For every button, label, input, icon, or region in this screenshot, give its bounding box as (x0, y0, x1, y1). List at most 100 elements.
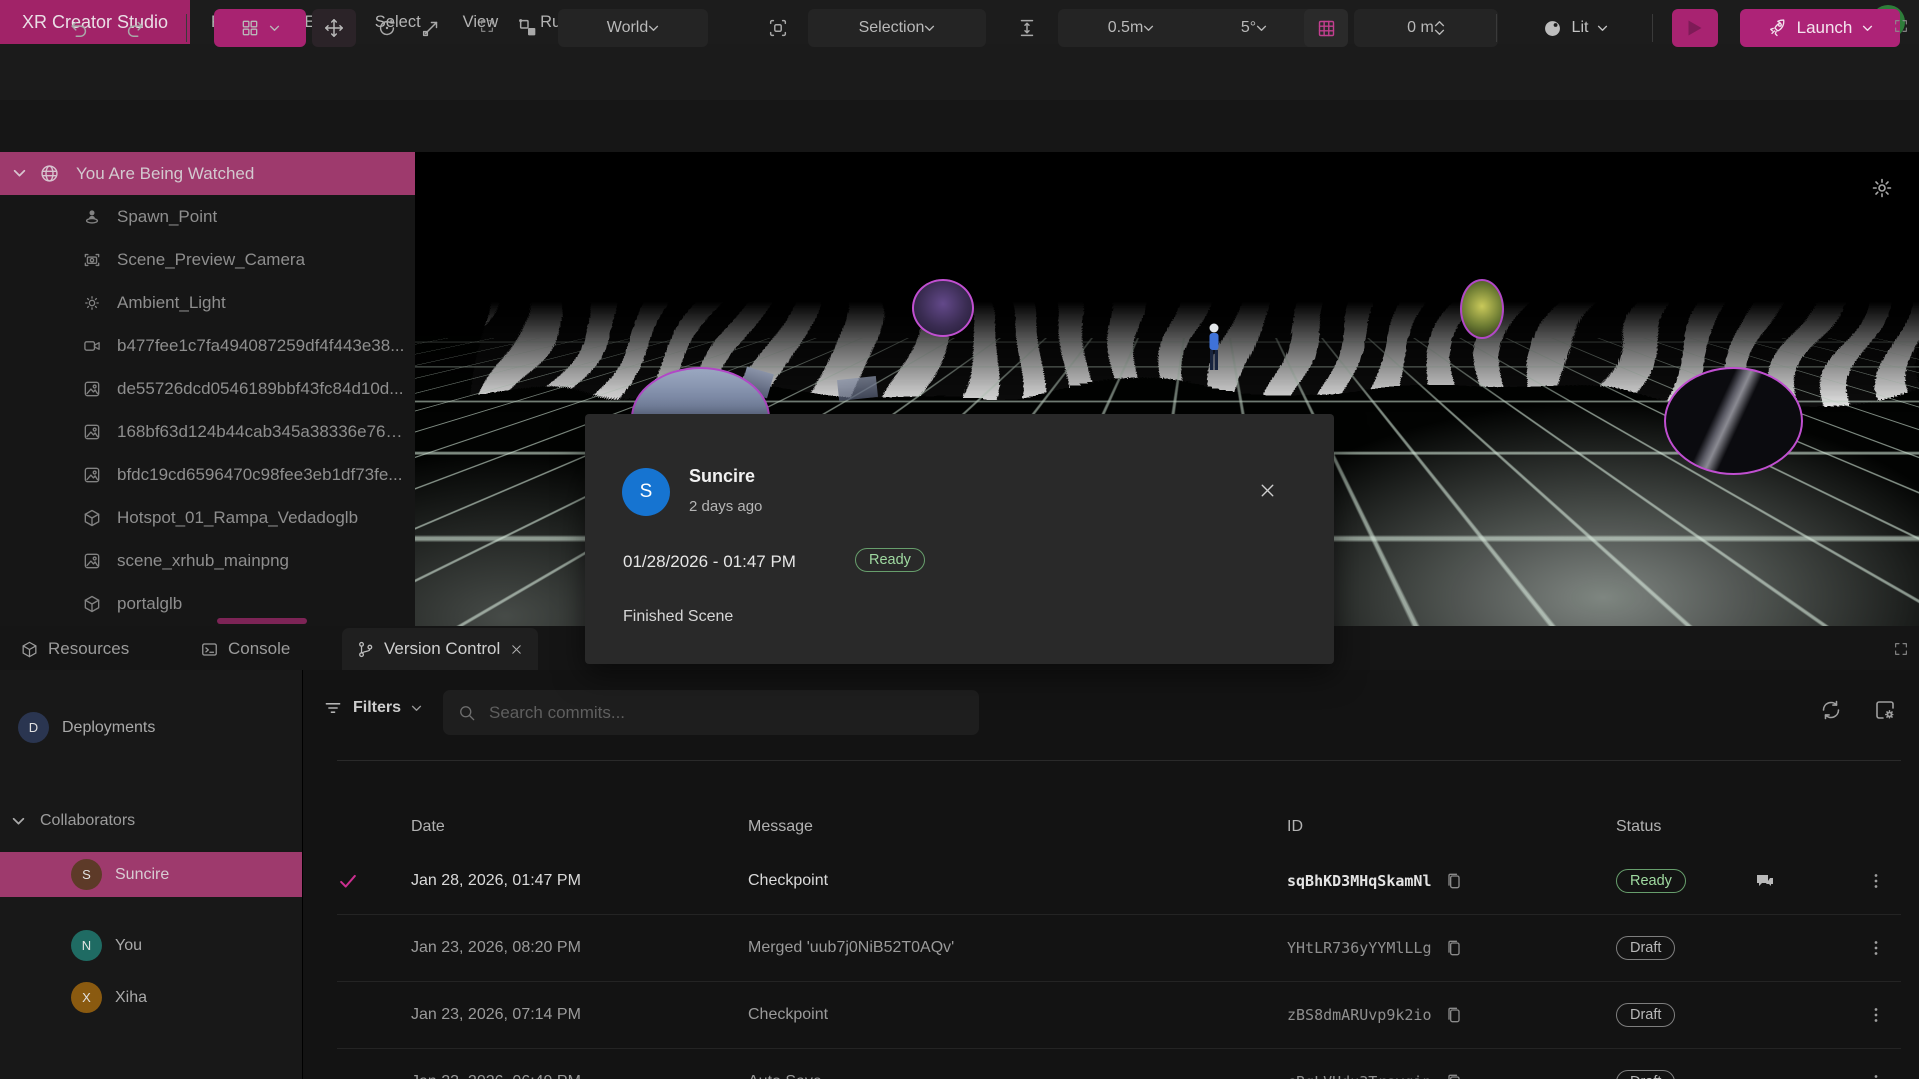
tab-version-control[interactable]: Version Control (342, 628, 538, 670)
kebab-menu-icon[interactable] (1865, 870, 1887, 892)
gear-icon[interactable] (1870, 176, 1894, 200)
hierarchy-item[interactable]: Hotspot_01_Rampa_Vedadoglb (0, 496, 415, 539)
image-icon (82, 422, 102, 442)
expand-icon[interactable] (479, 18, 495, 34)
chevron-down-icon (411, 705, 422, 712)
popup-author: Suncire (689, 466, 755, 487)
lit-mode-dropdown[interactable]: Lit (1520, 9, 1630, 47)
deployments-avatar: D (18, 712, 49, 743)
avatar: S (622, 468, 670, 516)
rotate-snap-dropdown[interactable]: 5° (1192, 9, 1316, 47)
copy-icon[interactable] (1444, 871, 1464, 891)
copy-icon[interactable] (1444, 1072, 1464, 1079)
branch-icon (356, 640, 375, 659)
search-commits-input[interactable] (487, 702, 911, 724)
play-button[interactable] (1672, 9, 1718, 47)
avatar: S (71, 859, 102, 890)
transform-space-icon[interactable] (512, 9, 544, 47)
hierarchy-item[interactable]: Ambient_Light (0, 281, 415, 324)
commit-row[interactable]: Jan 23, 2026, 08:20 PM Merged 'uub7j0NiB… (337, 915, 1901, 982)
step-up-icon[interactable] (1434, 20, 1445, 27)
hierarchy-item[interactable]: scene_xrhub_mainpng (0, 539, 415, 582)
vertical-move-icon[interactable] (1012, 9, 1042, 47)
filters-button[interactable]: Filters (323, 698, 422, 718)
shading-sphere-icon (1542, 18, 1563, 39)
column-message: Message (748, 818, 1287, 836)
grid-snap-toggle[interactable] (1304, 9, 1348, 47)
step-down-icon[interactable] (1434, 29, 1445, 36)
collaborator-suncire[interactable]: S Suncire (71, 859, 169, 890)
cube-icon (20, 640, 39, 659)
image-icon (82, 465, 102, 485)
hierarchy-item[interactable]: de55726dcd0546189bbf43fc84d10d... (0, 367, 415, 410)
popup-timestamp: 01/28/2026 - 01:47 PM (623, 552, 796, 572)
undo-button[interactable] (66, 9, 92, 47)
app-title[interactable]: XR Creator Studio (0, 0, 190, 44)
copy-icon[interactable] (1444, 938, 1464, 958)
collaborators-header[interactable]: Collaborators (12, 812, 135, 830)
rotate-tool-button[interactable] (372, 9, 402, 47)
globe-icon (39, 163, 60, 184)
status-badge: Ready (1616, 869, 1686, 893)
grid-layout-icon (240, 18, 260, 38)
selection-mode-dropdown[interactable]: Selection (808, 9, 986, 47)
close-button[interactable] (1253, 476, 1281, 504)
hierarchy-item[interactable]: portalglb (0, 582, 415, 625)
close-icon (1257, 480, 1278, 501)
copy-icon[interactable] (1444, 1005, 1464, 1025)
avatar: N (71, 930, 102, 961)
chevron-down-icon (1597, 25, 1608, 32)
commit-row[interactable]: Jan 28, 2026, 01:47 PM Checkpoint sqBhKD… (337, 848, 1901, 915)
scale-tool-button[interactable] (416, 9, 446, 47)
redo-button[interactable] (122, 9, 148, 47)
kebab-menu-icon[interactable] (1865, 937, 1887, 959)
light-icon (82, 293, 102, 313)
status-badge: Draft (1616, 1070, 1675, 1079)
hierarchy-item[interactable]: Scene_Preview_Camera (0, 238, 415, 281)
chevron-down-icon (12, 817, 25, 826)
hierarchy-root-item[interactable]: You Are Being Watched (0, 152, 415, 195)
hierarchy-item[interactable]: 168bf63d124b44cab345a38336e765... (0, 410, 415, 453)
move-snap-dropdown[interactable]: 0.5m (1058, 9, 1204, 47)
move-tool-button[interactable] (312, 9, 356, 47)
popup-time-ago: 2 days ago (689, 498, 762, 515)
hierarchy-item[interactable]: bfdc19cd6596470c98fee3eb1df73fe... (0, 453, 415, 496)
horizontal-scrollbar[interactable] (217, 618, 307, 624)
world-space-dropdown[interactable]: World (558, 9, 708, 47)
column-id: ID (1287, 818, 1616, 836)
commits-panel: Filters Date Message ID Status (303, 670, 1919, 1079)
tab-console[interactable]: Console (186, 628, 304, 670)
portal-small-left[interactable] (912, 279, 974, 337)
search-commits-box (443, 690, 979, 735)
chevron-down-icon[interactable] (13, 169, 26, 178)
hierarchy-item[interactable]: Spawn_Point (0, 195, 415, 238)
grid-offset-stepper[interactable]: 0 m (1354, 9, 1498, 47)
chevron-down-icon (1862, 25, 1873, 32)
collaborator-xiha[interactable]: X Xiha (71, 982, 147, 1013)
portal-dark-ship[interactable] (1664, 367, 1803, 475)
launch-button[interactable]: Launch (1740, 9, 1900, 47)
view-layout-button[interactable] (214, 9, 306, 47)
deployments-item[interactable]: D Deployments (18, 712, 155, 743)
expand-icon[interactable] (1893, 18, 1909, 34)
floating-image-fragment[interactable] (837, 376, 878, 401)
rotate-icon (376, 17, 398, 39)
image-icon (82, 551, 102, 571)
avatar-figure[interactable] (1203, 322, 1225, 374)
expand-icon[interactable] (1893, 641, 1909, 657)
commit-row[interactable]: Jan 23, 2026, 06:49 PM Auto Save cBqLVHd… (337, 1049, 1901, 1079)
tab-resources[interactable]: Resources (6, 628, 143, 670)
kebab-menu-icon[interactable] (1865, 1004, 1887, 1026)
close-icon[interactable] (509, 642, 524, 657)
hierarchy-item[interactable]: b477fee1c7fa494087259df4f443e38... (0, 324, 415, 367)
comment-icon[interactable] (1753, 869, 1777, 893)
current-commit-check-icon (337, 870, 359, 892)
kebab-menu-icon[interactable] (1865, 1071, 1887, 1079)
refresh-icon[interactable] (1819, 698, 1843, 722)
collaborator-you[interactable]: N You (71, 930, 142, 961)
commit-row[interactable]: Jan 23, 2026, 07:14 PM Checkpoint zBS8dm… (337, 982, 1901, 1049)
pivot-bounds-button[interactable] (762, 9, 794, 47)
panel-settings-icon[interactable] (1873, 698, 1897, 722)
chevron-down-icon (1143, 25, 1154, 32)
portal-small-right[interactable] (1460, 279, 1504, 339)
